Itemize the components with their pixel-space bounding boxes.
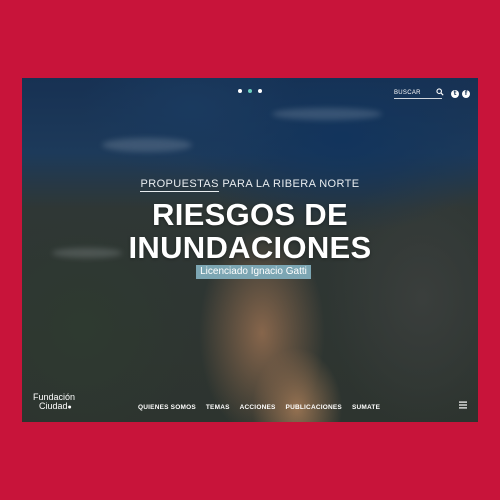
hamburger-menu-icon[interactable]: [458, 400, 468, 410]
cloud: [272, 108, 382, 120]
nav-item-sumate[interactable]: SUMATE: [352, 404, 380, 411]
logo-line-2: Ciudad: [39, 401, 68, 411]
hero-title: RIESGOS DE INUNDACIONES: [22, 198, 478, 264]
title-line-2: INUNDACIONES: [128, 230, 372, 265]
drop-icon: ●: [67, 404, 72, 411]
cloud: [102, 138, 192, 152]
main-nav: QUIENES SOMOS TEMAS ACCIONES PUBLICACION…: [138, 404, 380, 411]
slider-dot[interactable]: [238, 89, 242, 93]
search-placeholder: BUSCAR: [394, 90, 421, 96]
search-icon[interactable]: [436, 88, 444, 96]
twitter-icon[interactable]: t: [451, 90, 459, 98]
subtitle-keyword: PROPUESTAS: [140, 178, 219, 192]
logo[interactable]: Fundación Ciudad●: [33, 393, 75, 412]
slider-dots: [238, 89, 262, 93]
social-links: t f: [451, 90, 470, 98]
facebook-icon[interactable]: f: [462, 90, 470, 98]
nav-item-temas[interactable]: TEMAS: [206, 404, 230, 411]
nav-item-acciones[interactable]: ACCIONES: [240, 404, 276, 411]
hero-subtitle: PROPUESTAS PARA LA RIBERA NORTE: [22, 178, 478, 192]
author-badge[interactable]: Licenciado Ignacio Gatti: [196, 265, 311, 279]
nav-item-publicaciones[interactable]: PUBLICACIONES: [286, 404, 342, 411]
subtitle-rest: PARA LA RIBERA NORTE: [218, 178, 360, 190]
nav-item-quienes-somos[interactable]: QUIENES SOMOS: [138, 404, 196, 411]
slider-dot[interactable]: [258, 89, 262, 93]
search-input[interactable]: BUSCAR: [394, 88, 444, 99]
hero-background: BUSCAR t f PROPUESTAS PARA LA RIBERA NOR…: [22, 78, 478, 422]
slider-dot-active[interactable]: [248, 89, 252, 93]
title-line-1: RIESGOS DE: [152, 197, 348, 232]
